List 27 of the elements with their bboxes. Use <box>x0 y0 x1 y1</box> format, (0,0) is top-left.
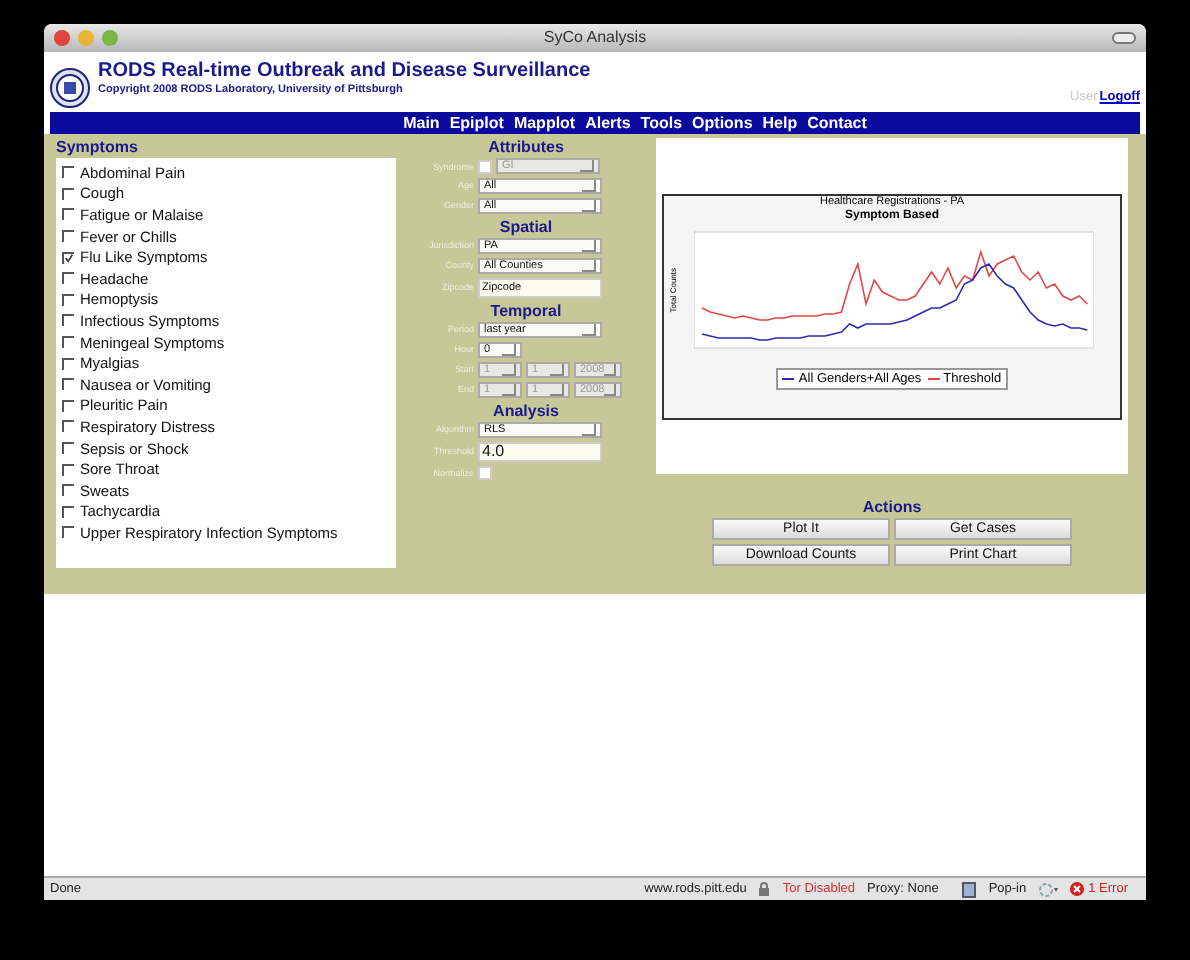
seal-icon <box>50 68 90 108</box>
nav-link[interactable]: Tools <box>640 113 683 133</box>
input-field[interactable]: 4.0 <box>478 442 602 462</box>
dropdown-arrow-icon <box>582 424 596 436</box>
section-heading: Spatial <box>497 218 555 238</box>
site-title: RODS Real-time Outbreak and Disease Surveillance <box>98 60 591 84</box>
error-icon <box>1070 882 1085 896</box>
section-heading: Actions <box>860 498 924 518</box>
section-heading: Temporal <box>488 302 564 322</box>
lock-icon <box>758 882 771 896</box>
checkbox[interactable] <box>62 251 74 264</box>
section-heading: Attributes <box>486 138 566 158</box>
toolbar-toggle-icon[interactable] <box>1112 32 1136 44</box>
section-heading: Analysis <box>491 402 561 422</box>
document-icon[interactable] <box>962 881 977 897</box>
nav-link[interactable]: Epiplot <box>449 113 504 133</box>
nav-link[interactable]: Help <box>762 113 798 133</box>
window-title: SyCo Analysis <box>543 26 647 50</box>
nav-link[interactable]: Alerts <box>585 113 631 133</box>
close-icon[interactable] <box>54 30 70 46</box>
nav-link[interactable]: Mapplot <box>513 113 576 133</box>
nav-link[interactable]: Contact <box>807 113 867 133</box>
nav-link[interactable]: Main <box>403 113 440 133</box>
section-heading: Symptoms <box>56 138 140 158</box>
refresh-icon[interactable] <box>1038 881 1059 897</box>
dropdown-arrow-icon <box>582 324 596 336</box>
nav-link[interactable]: Options <box>692 113 753 133</box>
